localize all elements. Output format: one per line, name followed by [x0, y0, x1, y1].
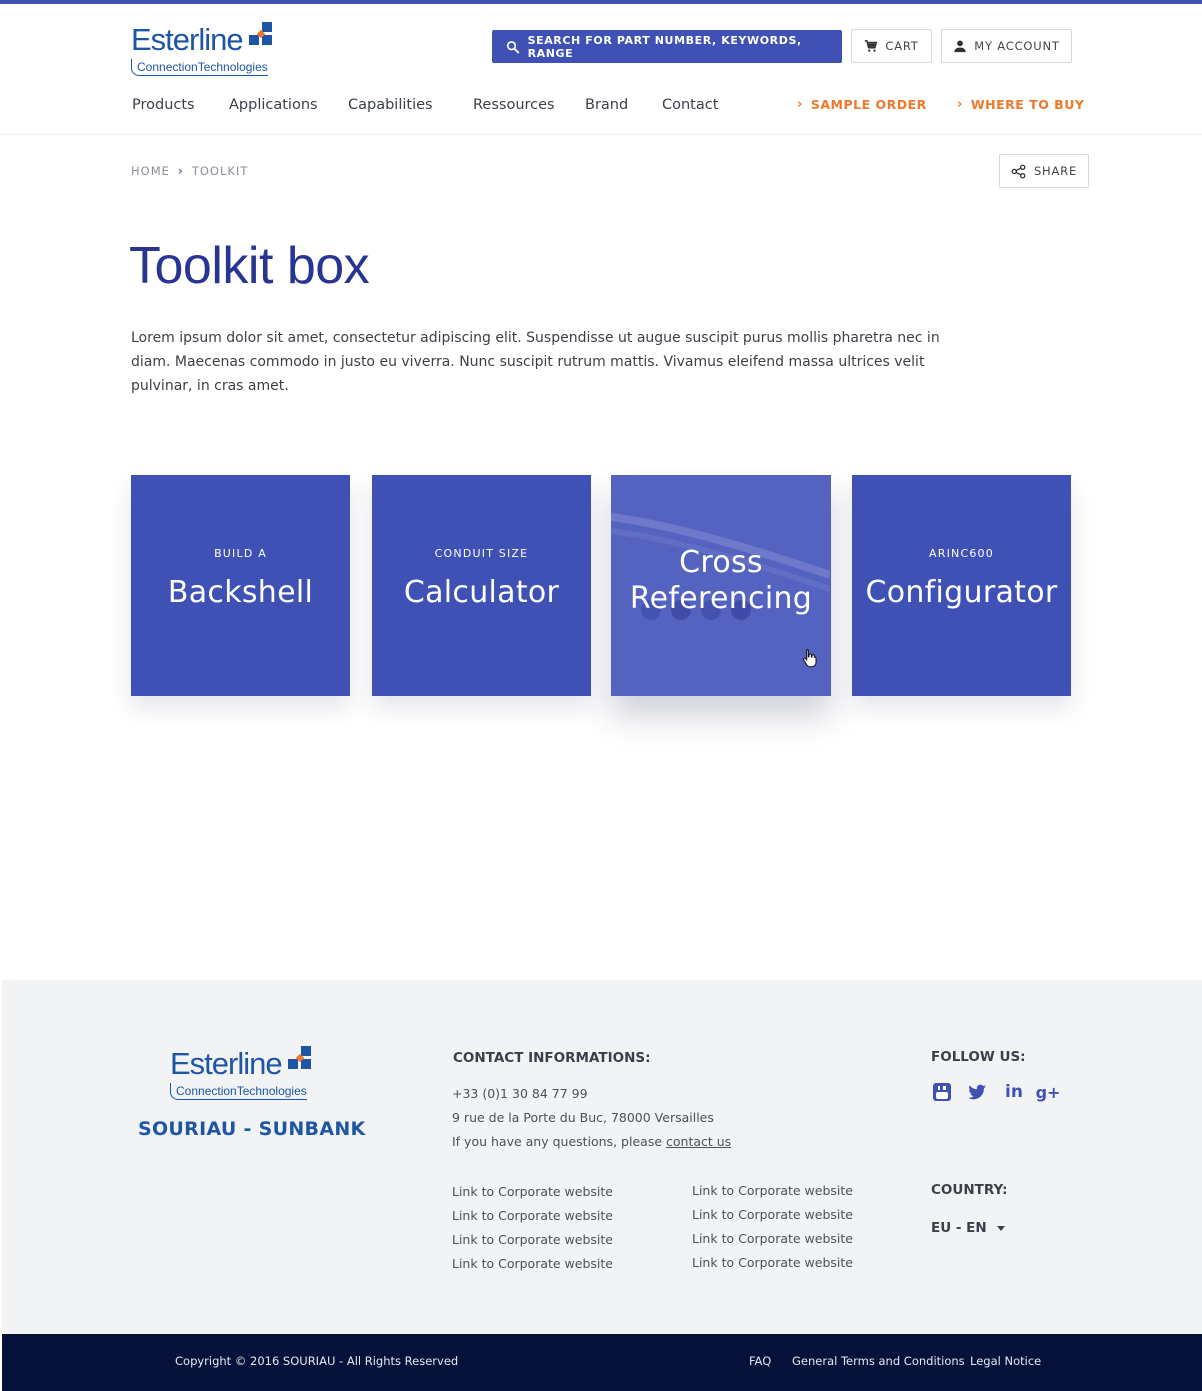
- sample-order-link[interactable]: › SAMPLE ORDER: [797, 97, 927, 112]
- legal-notice-link[interactable]: Legal Notice: [970, 1354, 1041, 1368]
- country-selector[interactable]: EU - EN: [931, 1220, 1005, 1236]
- nav-item-applications[interactable]: Applications: [229, 97, 318, 113]
- contact-phone: +33 (0)1 30 84 77 99: [452, 1086, 588, 1101]
- hand-cursor-icon: [803, 649, 817, 668]
- nav-item-brand[interactable]: Brand: [585, 97, 628, 113]
- intro-paragraph: Lorem ipsum dolor sit amet, consectetur …: [131, 330, 940, 394]
- logo-wordmark: Esterline: [170, 1046, 283, 1081]
- sample-order-label: SAMPLE ORDER: [810, 97, 927, 112]
- tool-card-title: Calculator: [403, 575, 560, 610]
- corporate-link[interactable]: Link to Corporate website: [692, 1255, 853, 1270]
- cart-label: CART: [885, 39, 919, 53]
- google-plus-icon[interactable]: g+: [1036, 1081, 1061, 1103]
- questions-text: If you have any questions, please: [452, 1134, 666, 1149]
- nav-item-contact[interactable]: Contact: [662, 97, 718, 113]
- tool-card-cross-referencing[interactable]: Cross Referencing: [611, 475, 831, 696]
- logo-wordmark: Esterline: [131, 22, 244, 57]
- logo-subtitle: ConnectionTechnologies: [131, 59, 268, 76]
- page-title: Toolkit box: [129, 237, 370, 295]
- search-button[interactable]: SEARCH FOR PART NUMBER, KEYWORDS, RANGE: [492, 30, 842, 63]
- my-account-label: MY ACCOUNT: [974, 39, 1060, 53]
- my-account-button[interactable]: MY ACCOUNT: [941, 29, 1072, 63]
- tool-card-calculator[interactable]: CONDUIT SIZE Calculator: [372, 475, 591, 696]
- contact-questions: If you have any questions, please contac…: [452, 1134, 731, 1149]
- tool-card-kicker: CONDUIT SIZE: [434, 547, 529, 560]
- tool-card-configurator[interactable]: ARINC600 Configurator: [852, 475, 1071, 696]
- tool-card-title: Configurator: [865, 575, 1058, 610]
- esterline-logo[interactable]: Esterline ConnectionTechnologies: [131, 22, 276, 78]
- user-icon: [954, 40, 966, 53]
- nav-item-ressources[interactable]: Ressources: [473, 97, 555, 113]
- tool-card-title: Backshell: [167, 575, 314, 610]
- tool-card-backshell[interactable]: BUILD A Backshell: [131, 475, 350, 696]
- nav-item-products[interactable]: Products: [132, 97, 195, 113]
- share-icon: [1011, 164, 1026, 178]
- share-button[interactable]: SHARE: [999, 154, 1089, 188]
- tool-card-kicker: ARINC600: [929, 547, 994, 560]
- twitter-icon[interactable]: [966, 1081, 988, 1103]
- corporate-link[interactable]: Link to Corporate website: [692, 1183, 853, 1198]
- footer-esterline-logo[interactable]: Esterline ConnectionTechnologies: [170, 1046, 320, 1102]
- breadcrumb-home[interactable]: HOME: [131, 164, 170, 178]
- search-icon: [506, 40, 520, 53]
- breadcrumb: HOME › TOOLKIT: [131, 164, 248, 178]
- tool-card-kicker: BUILD A: [214, 547, 267, 560]
- site-footer: [2, 980, 1202, 1334]
- logo-mark-icon: [249, 22, 273, 46]
- cart-button[interactable]: CART: [851, 29, 932, 63]
- corporate-link[interactable]: Link to Corporate website: [452, 1208, 613, 1223]
- corporate-link[interactable]: Link to Corporate website: [452, 1184, 613, 1199]
- contact-heading: CONTACT INFORMATIONS:: [453, 1050, 651, 1066]
- corporate-link[interactable]: Link to Corporate website: [452, 1256, 613, 1271]
- share-label: SHARE: [1033, 164, 1078, 178]
- corporate-link[interactable]: Link to Corporate website: [692, 1231, 853, 1246]
- tool-card-title-line: Referencing: [629, 581, 813, 616]
- chevron-right-icon: ›: [957, 97, 963, 112]
- linkedin-icon[interactable]: in: [1003, 1081, 1025, 1103]
- where-to-buy-link[interactable]: › WHERE TO BUY: [957, 97, 1084, 112]
- bottom-bar: Copyright © 2016 SOURIAU - All Rights Re…: [2, 1334, 1202, 1391]
- country-heading: COUNTRY:: [931, 1182, 1008, 1198]
- terms-link[interactable]: General Terms and Conditions: [792, 1354, 965, 1368]
- chevron-right-icon: ›: [797, 97, 803, 112]
- footer-brand-name: SOURIAU - SUNBANK: [138, 1118, 366, 1140]
- logo-subtitle: ConnectionTechnologies: [170, 1083, 307, 1100]
- chevron-right-icon: ›: [177, 164, 184, 178]
- follow-heading: FOLLOW US:: [931, 1049, 1026, 1065]
- faq-link[interactable]: FAQ: [749, 1354, 771, 1368]
- copyright-text: Copyright © 2016 SOURIAU - All Rights Re…: [175, 1354, 459, 1368]
- tool-card-title-line: Cross: [679, 545, 763, 580]
- contact-address: 9 rue de la Porte du Buc, 78000 Versaill…: [452, 1110, 714, 1125]
- search-label: SEARCH FOR PART NUMBER, KEYWORDS, RANGE: [527, 33, 802, 60]
- corporate-link[interactable]: Link to Corporate website: [452, 1232, 613, 1247]
- country-value: EU - EN: [931, 1220, 987, 1236]
- tool-card-title: Cross Referencing: [611, 545, 831, 617]
- logo-mark-icon: [288, 1046, 312, 1070]
- corporate-link[interactable]: Link to Corporate website: [692, 1207, 853, 1222]
- caret-down-icon: [996, 1225, 1005, 1231]
- breadcrumb-current: TOOLKIT: [191, 164, 249, 178]
- nav-item-capabilities[interactable]: Capabilities: [348, 97, 433, 113]
- cart-icon: [865, 40, 878, 52]
- youtube-icon[interactable]: [931, 1081, 953, 1103]
- where-to-buy-label: WHERE TO BUY: [970, 97, 1085, 112]
- contact-us-link[interactable]: contact us: [666, 1134, 731, 1149]
